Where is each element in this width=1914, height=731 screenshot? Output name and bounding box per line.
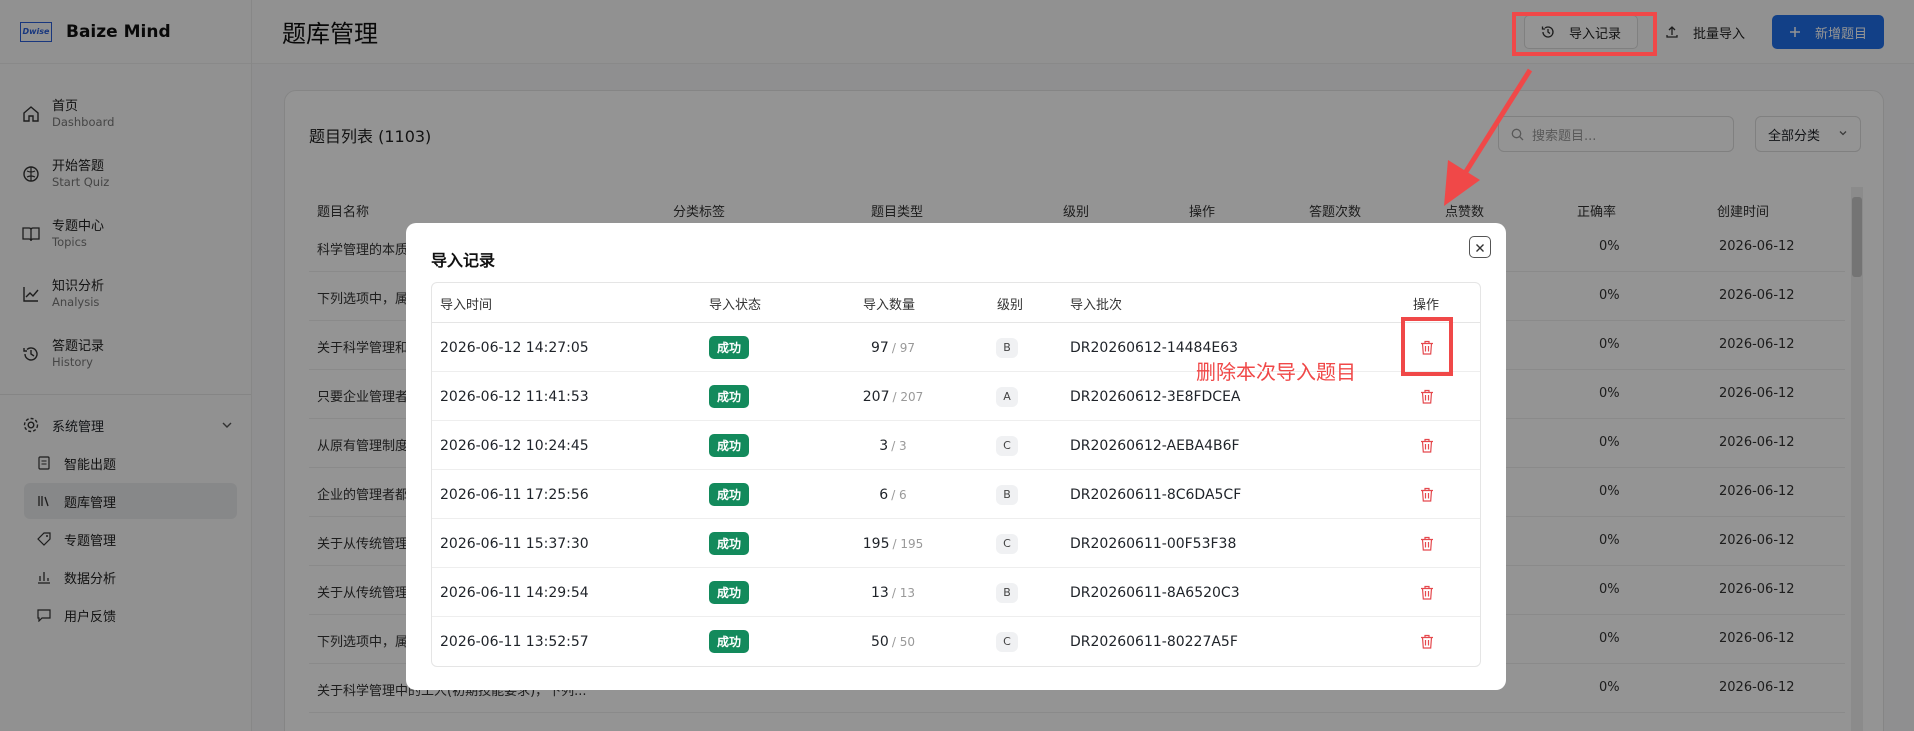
annotation-arrow [1444, 68, 1533, 206]
